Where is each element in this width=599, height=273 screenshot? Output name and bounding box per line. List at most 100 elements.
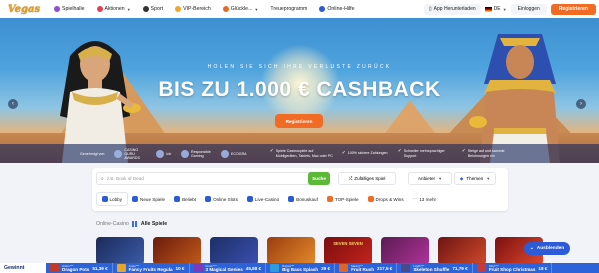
random-game-label: Zufälliges Spiel bbox=[354, 176, 386, 181]
category-more[interactable]: ⋯ 13 mehr bbox=[408, 192, 440, 206]
badge-label: CASINO GURU AWARDS bbox=[124, 147, 140, 160]
category-label: Lobby bbox=[109, 196, 123, 202]
category-lobby[interactable]: Lobby bbox=[96, 192, 128, 206]
category-label: 13 mehr bbox=[419, 196, 437, 202]
nav-label: VIP-Bereich bbox=[183, 6, 211, 12]
game-tile[interactable]: SEVEN SEVEN bbox=[324, 237, 372, 265]
feature-label: Steige auf und sammle Belohnungen ein bbox=[467, 149, 505, 158]
winner-name: Antho*** bbox=[62, 264, 74, 268]
category-drops[interactable]: Drops & Wins bbox=[363, 192, 408, 206]
game-thumbnail bbox=[270, 264, 280, 272]
hide-ticker-button[interactable]: ⌄ Ausblenden bbox=[524, 242, 570, 255]
provider-select-label: Anbieter bbox=[417, 176, 436, 181]
game-thumbnail bbox=[193, 264, 203, 272]
game-thumbnail bbox=[50, 264, 59, 272]
random-game-button[interactable]: ⤮ Zufälliges Spiel bbox=[338, 172, 396, 185]
chevron-right-icon: › bbox=[580, 101, 582, 107]
nav-item-hilfe[interactable]: Online-Hilfe bbox=[313, 0, 360, 18]
check-icon: ✓ bbox=[269, 148, 274, 155]
ticker-item[interactable]: Justo*** Fancy Fruits Regula 10 € bbox=[113, 263, 190, 273]
search-button[interactable]: Suche bbox=[308, 172, 330, 185]
winner-name: Marko*** bbox=[351, 264, 363, 268]
winner-name: Sibyl*** bbox=[488, 264, 499, 268]
category-popular[interactable]: Beliebt bbox=[170, 192, 201, 206]
slot-icon bbox=[54, 6, 60, 12]
chevron-down-icon: ▼ bbox=[502, 6, 507, 12]
trust-badge: Genehmigt von bbox=[0, 152, 109, 156]
nav-label: Aktionen bbox=[104, 6, 125, 12]
chevron-down-icon: ▼ bbox=[126, 6, 131, 12]
carousel-next-button[interactable]: › bbox=[576, 99, 586, 109]
theme-select-label: Themen bbox=[466, 176, 484, 181]
nav-item-glueck[interactable]: Glückle... ▼ bbox=[217, 0, 265, 18]
winner-amount: 18 € bbox=[538, 265, 548, 271]
game-tile[interactable] bbox=[381, 237, 429, 265]
ticker-item[interactable]: Rahsa*** Big Bass Splash 29 € bbox=[266, 263, 336, 273]
drops-icon bbox=[367, 196, 374, 202]
section-header: Online-Casino Alle Spiele bbox=[96, 221, 167, 227]
nav-item-aktionen[interactable]: Aktionen ▼ bbox=[91, 0, 137, 18]
hide-ticker-label: Ausblenden bbox=[536, 246, 565, 251]
carousel-prev-button[interactable]: ‹ bbox=[8, 99, 18, 109]
chevron-down-icon: ▼ bbox=[254, 6, 259, 12]
game-thumbnail bbox=[339, 264, 349, 272]
search-input[interactable]: ⌕ z.B. Book of Dead bbox=[96, 172, 324, 185]
theme-select[interactable]: ◆ Themen ▼ bbox=[454, 172, 496, 185]
star-icon bbox=[174, 196, 181, 202]
ticker-item[interactable]: Sibyl*** Fruit Shop Christmas 18 € bbox=[473, 263, 553, 273]
game-tile[interactable] bbox=[210, 237, 258, 265]
game-thumbnail bbox=[401, 264, 411, 272]
trust-badge: ECOGRA bbox=[216, 149, 252, 158]
winner-name: Lindb*** bbox=[413, 264, 425, 268]
logo[interactable]: Vegas bbox=[0, 0, 48, 18]
category-slots[interactable]: Online Slots bbox=[201, 192, 243, 206]
ticker-item[interactable]: Kinen*** 3 Magical Genies 45,88 € bbox=[190, 263, 267, 273]
ticker-item[interactable]: Antho*** Dragon Pots 51,39 € bbox=[46, 263, 113, 273]
category-top[interactable]: TOP-Spiele bbox=[322, 192, 363, 206]
login-button[interactable]: Einloggen bbox=[510, 3, 547, 15]
category-label: Beliebt bbox=[182, 196, 197, 202]
gift-icon bbox=[96, 6, 103, 12]
winner-game: Fruit Shop Christmas bbox=[488, 267, 536, 272]
category-bonus[interactable]: Bonuskauf bbox=[284, 192, 323, 206]
chevron-down-icon: ⌄ bbox=[529, 246, 534, 251]
nav-item-sport[interactable]: Sport bbox=[137, 0, 169, 18]
ticker-item[interactable]: Marko*** Fruit Rush 217,5 € bbox=[335, 263, 398, 273]
nav-item-vip[interactable]: VIP-Bereich bbox=[169, 0, 217, 18]
register-button[interactable]: Registrieren bbox=[550, 3, 596, 15]
hero-register-button[interactable]: Registrieren bbox=[275, 114, 323, 128]
nav-item-spielhalle[interactable]: Spielhalle bbox=[48, 0, 91, 18]
winner-game: Big Bass Splash bbox=[282, 267, 319, 272]
check-icon: ✓ bbox=[461, 148, 466, 155]
badge-label: Responsible Gaming bbox=[190, 149, 211, 158]
winner-amount: 217,5 € bbox=[377, 265, 393, 271]
feature-item: ✓ Schneller mehrsprachiger Support bbox=[394, 148, 458, 158]
hero-title: BIS ZU 1.000 € CASHBACK bbox=[158, 78, 441, 101]
game-tile[interactable] bbox=[267, 237, 315, 265]
category-live[interactable]: Live-Casino bbox=[242, 192, 283, 206]
breadcrumb[interactable]: Online-Casino bbox=[96, 221, 129, 227]
bonus-icon bbox=[288, 196, 295, 202]
ecogra-icon bbox=[220, 149, 229, 158]
game-thumbnail bbox=[476, 264, 486, 272]
feature-label: 100% sichere Zahlungen bbox=[347, 151, 388, 156]
game-tile[interactable] bbox=[153, 237, 201, 265]
category-new[interactable]: Neue Spiele bbox=[128, 192, 170, 206]
category-label: Online Slots bbox=[213, 196, 238, 202]
page: Vegas Spielhalle Aktionen ▼ Sport VIP-Be… bbox=[0, 0, 599, 273]
feature-item: ✓ Steige auf und sammle Belohnungen ein bbox=[458, 148, 524, 158]
app-download-button[interactable]: ▯ App Herunterladen bbox=[423, 3, 481, 15]
ticker-item[interactable]: Lindb*** Skeleton Shuffle 71,79 € bbox=[397, 263, 473, 273]
provider-select[interactable]: Anbieter ▼ bbox=[408, 172, 452, 185]
game-tile[interactable] bbox=[96, 237, 144, 265]
language-selector[interactable]: DE ▼ bbox=[484, 6, 507, 12]
hero-banner[interactable]: HOLEN SIE SICH IHRE VERLUSTE ZURÜCK BIS … bbox=[0, 18, 599, 163]
game-tile[interactable] bbox=[438, 237, 486, 265]
feature-label: Schneller mehrsprachiger Support bbox=[403, 149, 445, 158]
nav-label: Glückle... bbox=[230, 6, 253, 12]
winner-amount: 51,39 € bbox=[92, 265, 108, 271]
game-thumbnail bbox=[116, 264, 126, 272]
shield-icon bbox=[180, 149, 189, 158]
nav-item-treue[interactable]: Treueprogramm bbox=[264, 0, 313, 18]
badge-label: Genehmigt von bbox=[80, 151, 105, 156]
